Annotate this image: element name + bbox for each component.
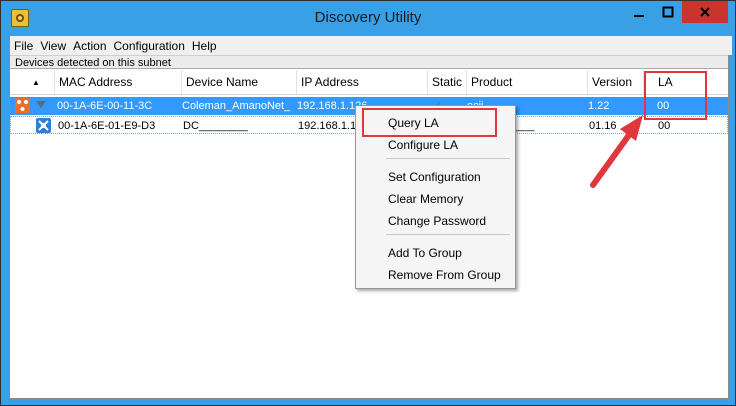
annotation-arrow-icon <box>590 115 643 188</box>
discovery-utility-window: Discovery Utility File View Action Confi… <box>0 0 736 406</box>
